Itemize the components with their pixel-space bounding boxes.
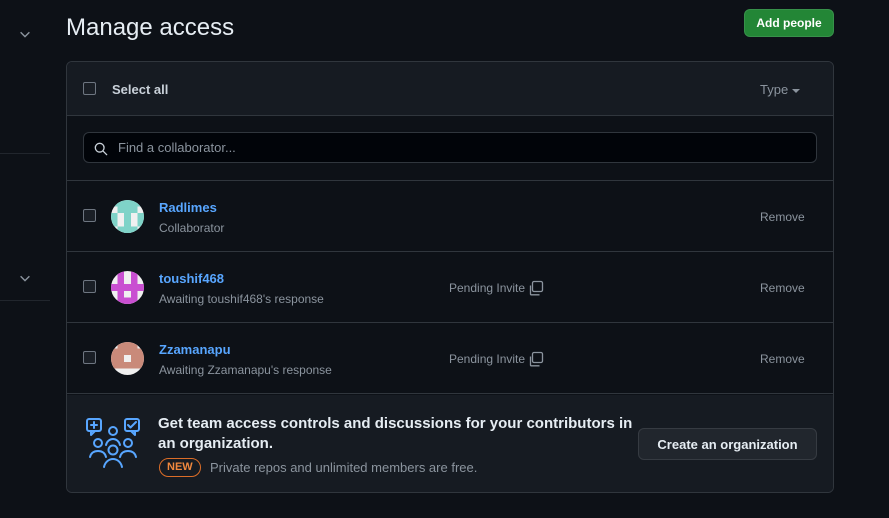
collaborator-username[interactable]: Radlimes bbox=[159, 200, 217, 215]
row-checkbox[interactable] bbox=[83, 280, 96, 293]
organization-promo: Get team access controls and discussions… bbox=[67, 395, 833, 492]
collaborator-status: Awaiting toushif468's response bbox=[159, 292, 324, 306]
sidebar-divider bbox=[0, 300, 50, 301]
collaborator-row: Zzamanapu Awaiting Zzamanapu's response … bbox=[67, 323, 833, 394]
chevron-down-icon[interactable] bbox=[18, 27, 32, 41]
chevron-down-icon[interactable] bbox=[18, 271, 32, 285]
collaborator-row: Radlimes Collaborator Remove bbox=[67, 181, 833, 252]
collaborators-box: Select all Type Find a collaborator... R… bbox=[66, 61, 834, 493]
search-row bbox=[67, 116, 833, 181]
select-all-label[interactable]: Select all bbox=[112, 82, 168, 97]
avatar[interactable] bbox=[111, 271, 144, 304]
collaborator-username[interactable]: Zzamanapu bbox=[159, 342, 231, 357]
collaborator-username[interactable]: toushif468 bbox=[159, 271, 224, 286]
search-icon bbox=[94, 142, 108, 156]
people-icon bbox=[86, 418, 140, 468]
box-header: Select all Type bbox=[67, 62, 833, 116]
collaborator-status: Collaborator bbox=[159, 221, 225, 235]
promo-title: Get team access controls and discussions… bbox=[158, 415, 633, 452]
remove-button[interactable]: Remove bbox=[760, 352, 805, 366]
search-box[interactable] bbox=[83, 132, 817, 163]
search-input[interactable] bbox=[116, 133, 806, 162]
page-root: Manage access Add people Select all Type bbox=[0, 0, 889, 518]
remove-button[interactable]: Remove bbox=[760, 210, 805, 224]
page-title: Manage access bbox=[66, 14, 235, 41]
pending-invite-label: Pending Invite bbox=[449, 281, 526, 295]
remove-button[interactable]: Remove bbox=[760, 281, 805, 295]
collaborator-status: Awaiting Zzamanapu's response bbox=[159, 363, 332, 377]
new-badge: NEW bbox=[159, 458, 201, 477]
create-organization-button[interactable]: Create an organization bbox=[638, 428, 817, 460]
promo-subtitle: Private repos and unlimited members are … bbox=[210, 460, 478, 475]
row-checkbox[interactable] bbox=[83, 209, 96, 222]
copy-icon[interactable] bbox=[528, 351, 544, 367]
collaborator-row: toushif468 Awaiting toushif468's respons… bbox=[67, 252, 833, 323]
avatar[interactable] bbox=[111, 342, 144, 375]
avatar[interactable] bbox=[111, 200, 144, 233]
copy-icon[interactable] bbox=[528, 280, 544, 296]
type-filter-dropdown[interactable]: Type bbox=[760, 82, 801, 97]
caret-down-icon bbox=[792, 88, 801, 93]
row-checkbox[interactable] bbox=[83, 351, 96, 364]
select-all-checkbox[interactable] bbox=[83, 82, 96, 95]
sidebar-divider bbox=[0, 153, 50, 154]
pending-invite-label: Pending Invite bbox=[449, 352, 526, 366]
type-filter-label: Type bbox=[760, 82, 789, 97]
add-people-button[interactable]: Add people bbox=[744, 9, 834, 37]
